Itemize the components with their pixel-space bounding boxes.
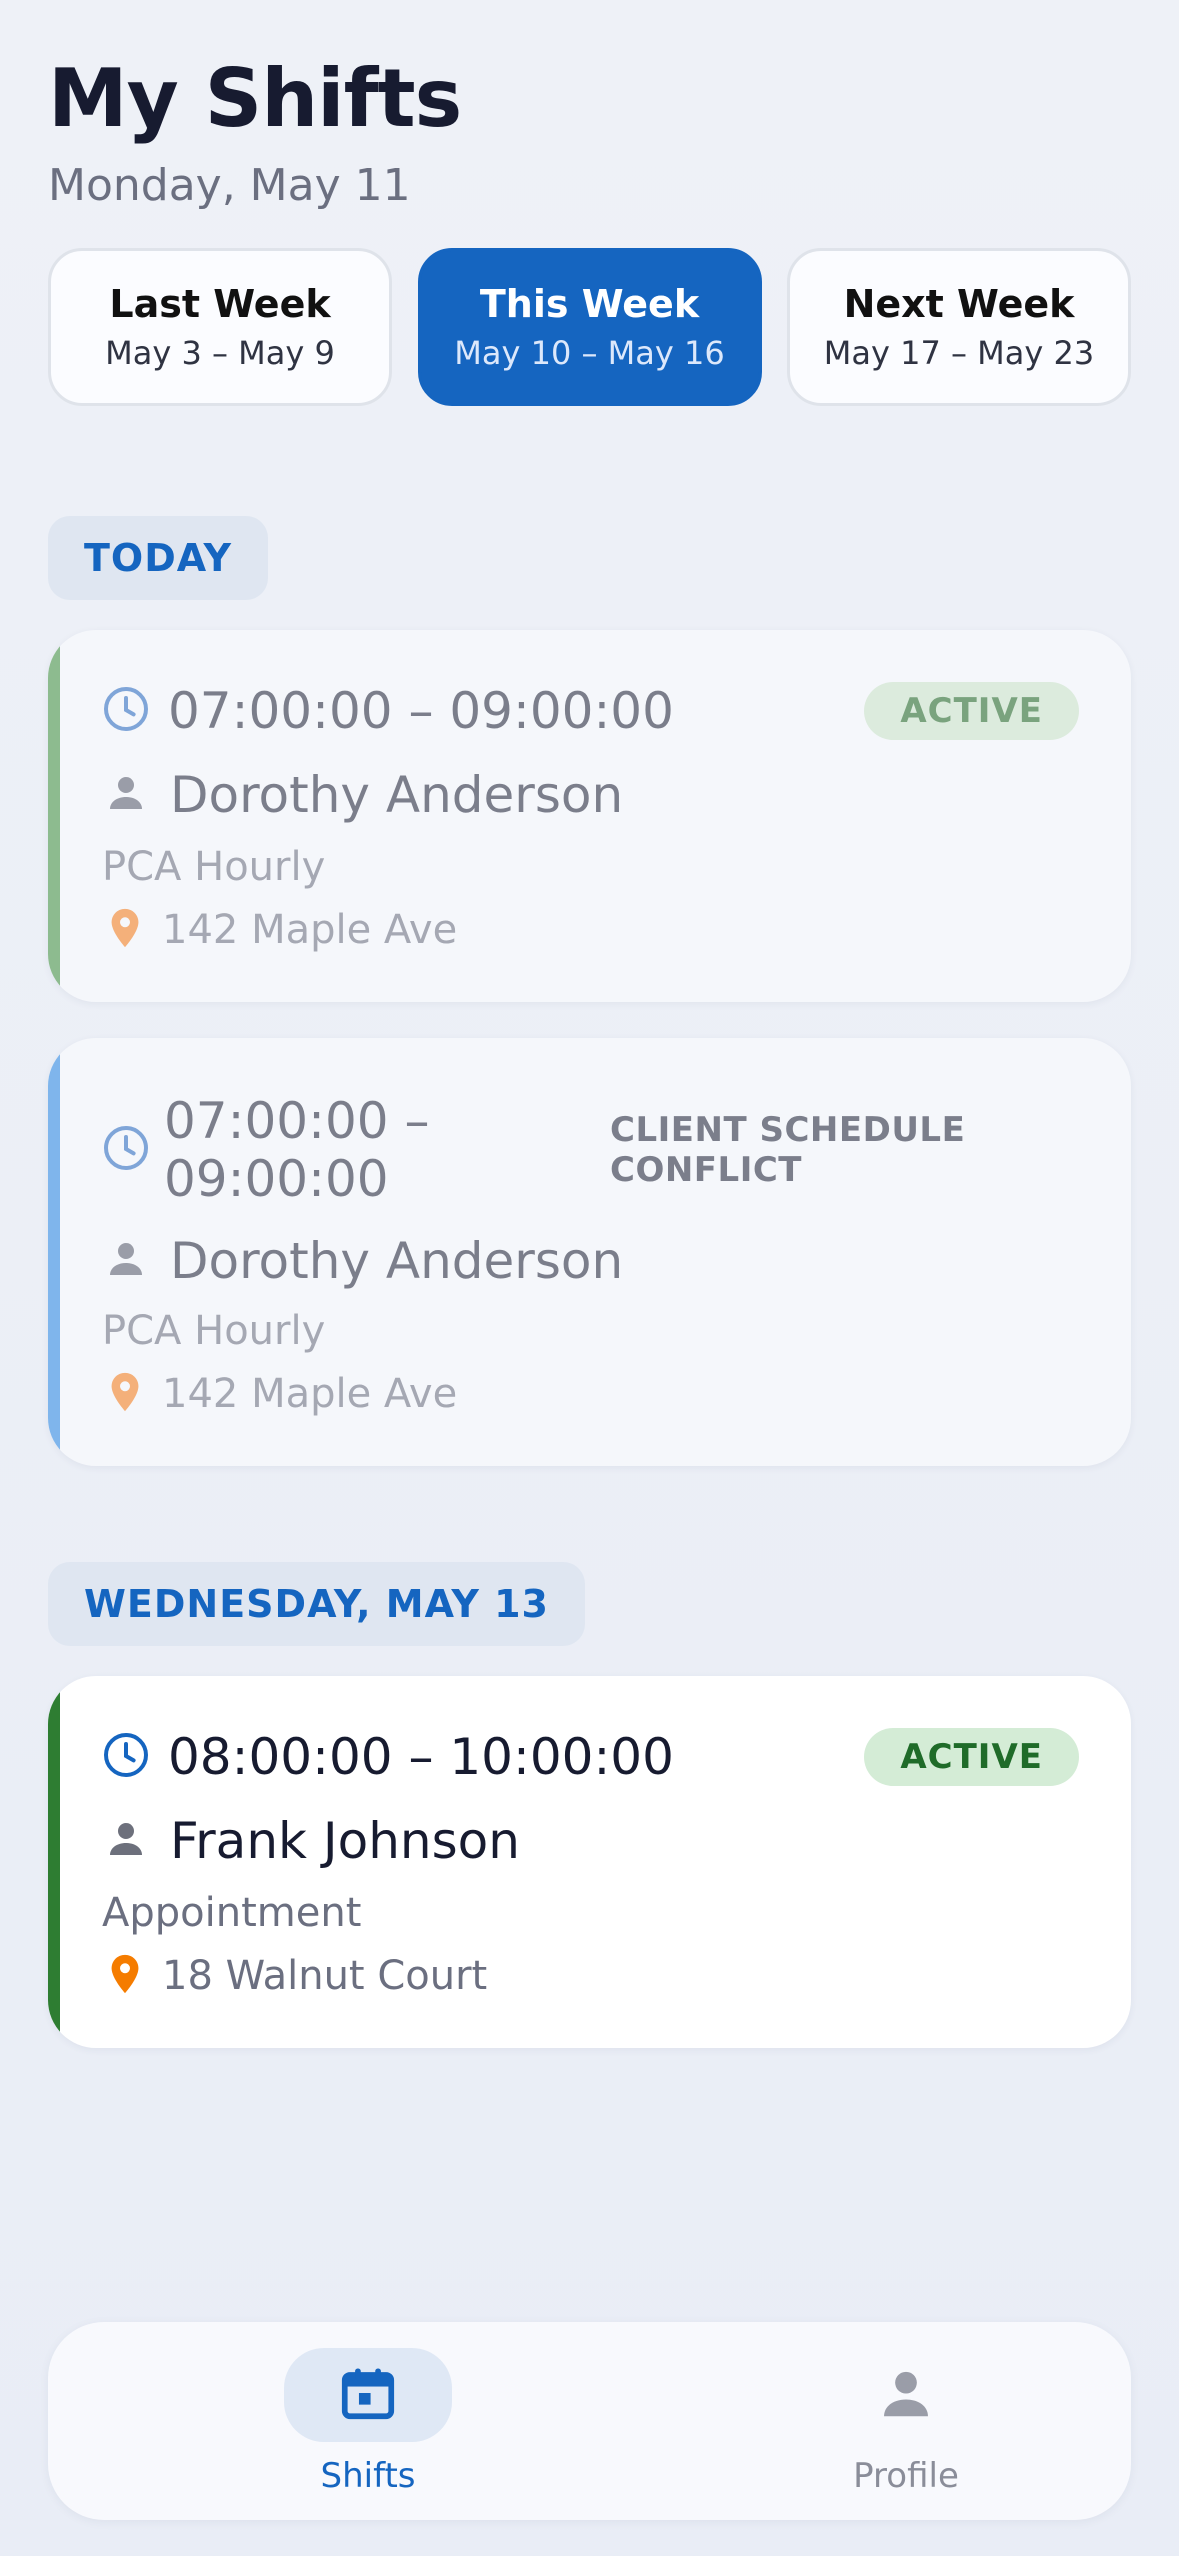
clock-icon [102,1731,150,1783]
bottom-nav: Shifts Profile [48,2322,1131,2520]
client-name: Frank Johnson [170,1812,520,1870]
page-title: My Shifts [48,52,462,145]
status-badge: CLIENT SCHEDULE CONFLICT [610,1110,965,1190]
location-pin-icon [102,1369,148,1419]
service-type: PCA Hourly [102,1308,326,1354]
service-type: PCA Hourly [102,844,326,890]
status-line: CLIENT SCHEDULE [610,1110,966,1150]
week-tabs: Last Week May 3 – May 9 This Week May 10… [48,248,1131,408]
card-accent [48,630,60,1002]
nav-item-shifts[interactable]: Shifts [248,2348,488,2498]
location-pin-icon [102,1951,148,2001]
shift-time: 07:00:00 – [164,1092,430,1150]
nav-icon-container [284,2348,452,2442]
nav-item-profile[interactable]: Profile [786,2348,1026,2498]
tab-label: Next Week [843,282,1075,326]
shift-time: 08:00:00 – 10:00:00 [168,1728,674,1786]
nav-label: Shifts [320,2456,416,2496]
shift-address: 142 Maple Ave [162,907,458,953]
calendar-icon [337,2362,399,2428]
shift-time-end: 09:00:00 [164,1150,389,1208]
person-icon [875,2362,937,2428]
nav-icon-container [822,2348,990,2442]
person-icon [102,769,150,821]
tab-range: May 3 – May 9 [105,334,335,372]
card-accent [48,1676,60,2048]
shift-address: 18 Walnut Court [162,1953,488,1999]
shift-card[interactable]: 07:00:00 – 09:00:00 ACTIVE Dorothy Ander… [48,630,1131,1002]
client-name: Dorothy Anderson [170,1232,624,1290]
shift-time: 07:00:00 – 09:00:00 [168,682,674,740]
shift-address: 142 Maple Ave [162,1371,458,1417]
clock-icon [102,685,150,737]
section-heading-wednesday: WEDNESDAY, MAY 13 [48,1562,585,1646]
tab-last-week[interactable]: Last Week May 3 – May 9 [48,248,392,406]
section-heading-today: TODAY [48,516,269,600]
person-icon [102,1815,150,1867]
clock-icon [102,1124,150,1176]
page-date: Monday, May 11 [48,160,411,211]
shift-card[interactable]: 07:00:00 – 09:00:00 CLIENT SCHEDULE CONF… [48,1038,1131,1466]
card-accent [48,1038,60,1466]
client-name: Dorothy Anderson [170,766,624,824]
status-line: CONFLICT [610,1150,802,1190]
location-pin-icon [102,905,148,955]
nav-label: Profile [853,2456,959,2496]
tab-this-week[interactable]: This Week May 10 – May 16 [417,248,762,406]
tab-label: Last Week [109,282,331,326]
tab-next-week[interactable]: Next Week May 17 – May 23 [787,248,1131,406]
person-icon [102,1235,150,1287]
shift-card[interactable]: 08:00:00 – 10:00:00 ACTIVE Frank Johnson… [48,1676,1131,2048]
tab-range: May 10 – May 16 [454,334,725,372]
service-type: Appointment [102,1890,362,1936]
tab-range: May 17 – May 23 [823,334,1095,372]
status-badge: ACTIVE [864,1728,1079,1786]
tab-label: This Week [479,282,700,326]
status-badge: ACTIVE [864,682,1079,740]
